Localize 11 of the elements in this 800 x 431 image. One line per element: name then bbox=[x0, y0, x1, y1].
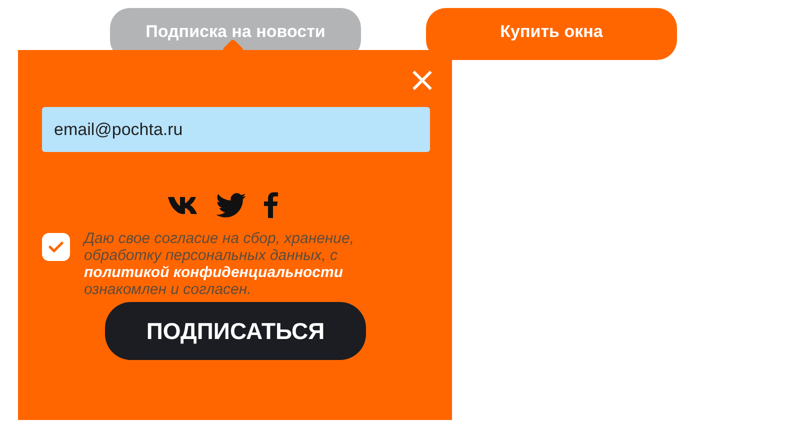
consent-text: Даю свое согласие на сбор, хранение, обработку персональных данных, с политикой конфиденциальности ознакомлен и согласен. bbox=[84, 230, 356, 298]
checkmark-icon bbox=[48, 241, 64, 253]
vk-icon[interactable] bbox=[168, 196, 198, 214]
tab[interactable]: Купить окна bbox=[426, 8, 677, 60]
email-field[interactable]: email@pochta.ru bbox=[42, 107, 430, 152]
facebook-icon[interactable] bbox=[264, 192, 278, 218]
subscribe-button[interactable]: ПОДПИСАТЬСЯ bbox=[105, 302, 366, 360]
privacy-policy-link[interactable]: политикой конфиденциальности bbox=[84, 264, 344, 281]
bird-icon[interactable] bbox=[216, 192, 246, 218]
close-button[interactable]: × bbox=[408, 64, 434, 96]
consent-checkbox[interactable] bbox=[42, 233, 70, 261]
